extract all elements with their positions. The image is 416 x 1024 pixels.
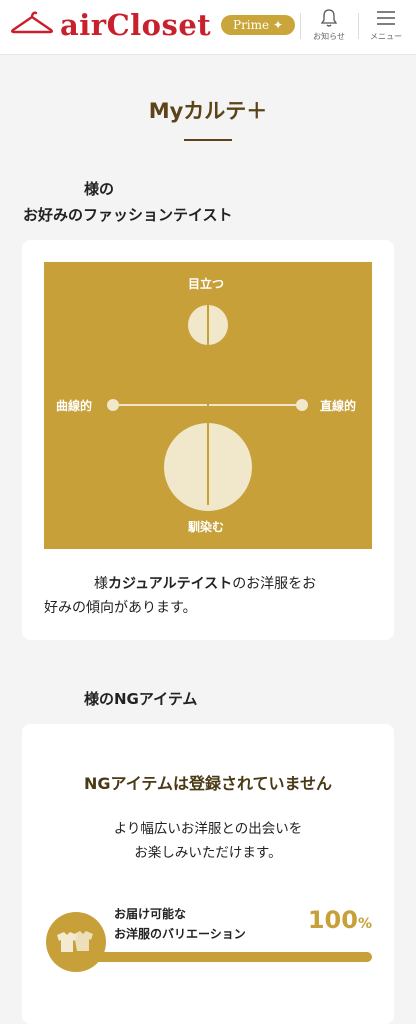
prime-plan-badge: Prime ✦ bbox=[221, 15, 296, 35]
taste-map: 目立つ 馴染む 曲線的 直線的 bbox=[44, 262, 372, 549]
taste-result: 様カジュアルテイストのお洋服をお 好みの傾向があります。 bbox=[44, 572, 374, 620]
page-title: Myカルテ＋ bbox=[148, 99, 268, 123]
variation-label-line2: お洋服のバリエーション bbox=[114, 927, 246, 941]
ng-heading: 様のNGアイテム bbox=[84, 690, 198, 708]
axis-end-right bbox=[296, 399, 308, 411]
axis-label-bottom: 馴染む bbox=[188, 520, 225, 534]
notifications-button[interactable]: お知らせ bbox=[307, 8, 351, 42]
axis-label-left: 曲線的 bbox=[56, 399, 93, 413]
taste-result-line2: 好みの傾向があります。 bbox=[44, 600, 197, 616]
variation-progress-fill bbox=[80, 952, 372, 962]
notifications-label: お知らせ bbox=[313, 32, 345, 41]
menu-label: メニュー bbox=[370, 32, 402, 41]
ng-description-line1: より幅広いお洋服との出会いを bbox=[113, 821, 303, 837]
variation-label-line1: お届け可能な bbox=[114, 907, 187, 921]
variation-progress-bar bbox=[80, 952, 372, 962]
axis-label-right: 直線的 bbox=[320, 399, 357, 413]
app-header: airCloset Prime ✦ お知らせ メニュー bbox=[0, 0, 416, 55]
hanger-logo-icon bbox=[11, 11, 53, 34]
taste-result-suffix: のお洋服をお bbox=[232, 576, 317, 592]
axis-label-top: 目立つ bbox=[188, 277, 225, 291]
header-divider bbox=[358, 13, 359, 39]
brand-logo[interactable]: airCloset bbox=[60, 6, 211, 44]
hamburger-menu-icon bbox=[377, 11, 395, 25]
ng-empty-title: NGアイテムは登録されていません bbox=[84, 774, 332, 793]
variation-label: お届け可能な お洋服のバリエーション bbox=[114, 904, 246, 944]
taste-result-name: カジュアルテイスト bbox=[108, 576, 233, 592]
ng-card bbox=[22, 724, 394, 1024]
variation-unit: % bbox=[357, 916, 372, 932]
title-underline bbox=[184, 139, 232, 141]
variation-badge bbox=[46, 912, 106, 972]
taste-heading-line2: お好みのファッションテイスト bbox=[23, 206, 233, 224]
header-divider bbox=[300, 13, 301, 39]
ng-description-line2: お楽しみいただけます。 bbox=[134, 845, 282, 861]
clothes-icon bbox=[57, 931, 93, 952]
ng-description: より幅広いお洋服との出会いを お楽しみいただけます。 bbox=[0, 817, 416, 865]
taste-heading-line1: 様の bbox=[84, 180, 115, 198]
bell-icon bbox=[320, 9, 338, 27]
menu-button[interactable]: メニュー bbox=[364, 8, 408, 42]
taste-result-prefix: 様 bbox=[94, 576, 108, 592]
variation-percent: 100 bbox=[307, 906, 358, 934]
variation-value: 100% bbox=[308, 906, 372, 934]
axis-end-left bbox=[107, 399, 119, 411]
